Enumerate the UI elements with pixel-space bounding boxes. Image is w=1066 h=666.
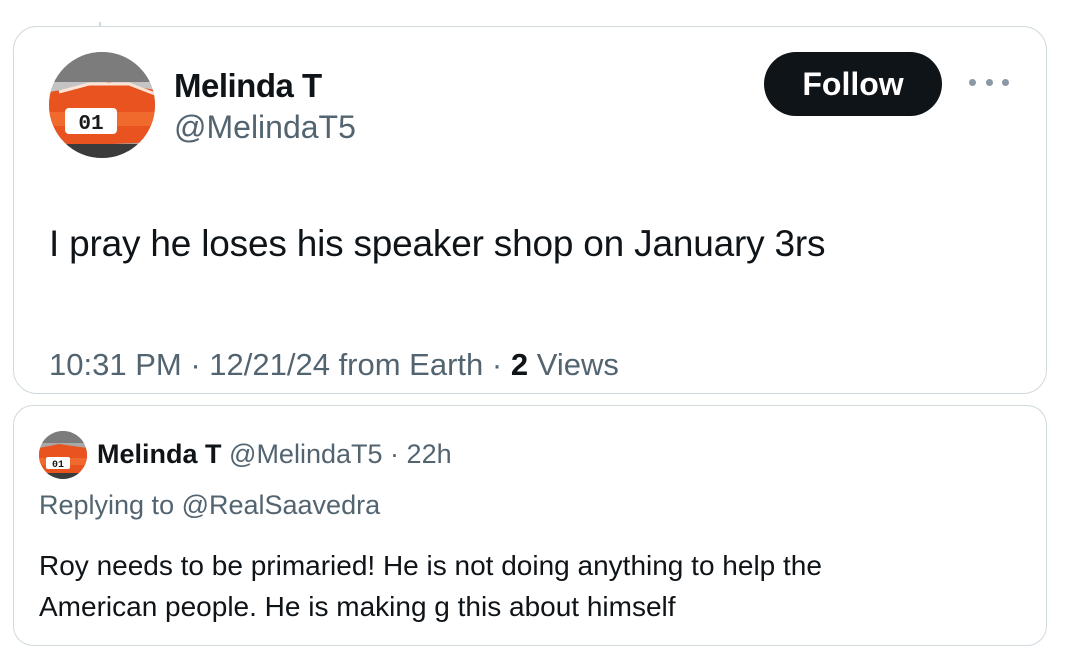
views-label: Views [536, 347, 619, 382]
quote-avatar-car-image: 01 [39, 431, 87, 479]
tweet-card[interactable]: 01 Melinda T @MelindaT5 Follow I pray he… [13, 26, 1047, 394]
avatar[interactable]: 01 [49, 52, 155, 158]
quote-header: Melinda T @MelindaT5 · 22h [97, 439, 452, 470]
views-count: 2 [510, 347, 529, 382]
more-dot [969, 78, 976, 86]
quote-display-name[interactable]: Melinda T [97, 439, 222, 469]
quote-text: Roy needs to be primaried! He is not doi… [39, 545, 1019, 627]
replying-to[interactable]: Replying to @RealSaavedra [39, 490, 380, 521]
more-dot [1002, 78, 1009, 86]
quote-text-line: Roy needs to be primaried! He is not doi… [39, 550, 822, 581]
more-horizontal-icon[interactable] [969, 70, 1009, 94]
quote-avatar[interactable]: 01 [39, 431, 87, 479]
tweet-text: I pray he loses his speaker shop on Janu… [49, 223, 826, 264]
tweet-time[interactable]: 10:31 PM [49, 347, 182, 382]
user-handle[interactable]: @MelindaT5 [174, 109, 356, 146]
tweet-date[interactable]: 12/21/24 [209, 347, 330, 382]
avatar-badge: 01 [78, 113, 103, 136]
follow-button[interactable]: Follow [764, 52, 942, 116]
tweet-meta: 10:31 PM · 12/21/24 from Earth · 2 Views [49, 347, 619, 383]
quote-text-line: American people. He is making g this abo… [39, 591, 676, 622]
quote-avatar-badge: 01 [52, 460, 64, 471]
meta-separator: · [390, 439, 400, 469]
avatar-car-image: 01 [49, 52, 155, 158]
tweet-source: from Earth [338, 347, 484, 382]
display-name[interactable]: Melinda T [174, 67, 322, 105]
meta-separator: · [190, 347, 210, 382]
quote-age[interactable]: 22h [407, 439, 452, 469]
meta-separator: · [491, 347, 511, 382]
more-dot [985, 78, 993, 86]
quoted-tweet-card[interactable]: 01 Melinda T @MelindaT5 · 22h Replying t… [13, 405, 1047, 646]
quote-handle[interactable]: @MelindaT5 [229, 439, 382, 469]
